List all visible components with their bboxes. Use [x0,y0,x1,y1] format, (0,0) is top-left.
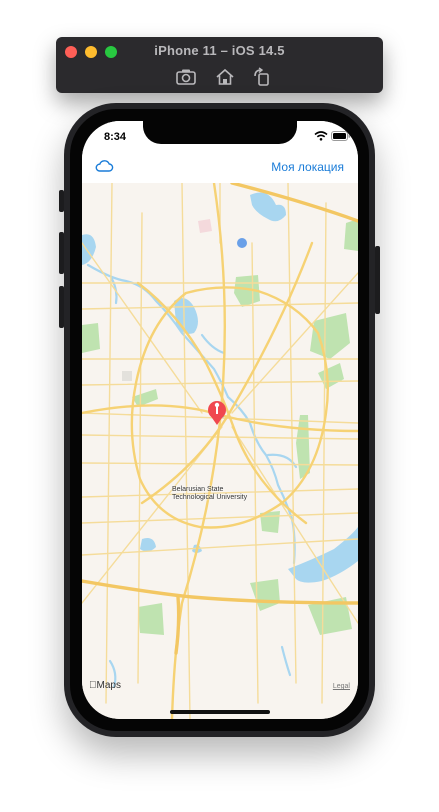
park [82,323,100,353]
volume-up-button [59,232,64,274]
simulator-title: iPhone 11 – iOS 14.5 [154,43,285,58]
volume-down-button [59,286,64,328]
screenshot-icon[interactable] [175,67,197,87]
navigation-bar: Моя локация [82,149,358,184]
maps-attribution: Maps [89,680,121,691]
apple-logo-icon:  [89,680,97,691]
battery-icon [331,131,350,141]
home-icon[interactable] [214,67,236,87]
pin-label-line2: Technological University [172,494,248,501]
maps-attribution-text: Maps [89,680,121,691]
hospital-area [198,219,212,233]
phone-screen: 8:34 Моя локация Belarusian State Techno… [82,121,358,719]
my-location-button[interactable]: Моя локация [271,160,344,174]
building-block [122,371,132,381]
simulator-titlebar: iPhone 11 – iOS 14.5 [56,37,383,93]
cloud-icon[interactable] [94,158,114,174]
notch [143,121,297,144]
pin-label-line1: Belarusian State [172,486,224,493]
map-view[interactable]: Belarusian State Technological Universit… [82,181,358,719]
status-time: 8:34 [104,131,127,143]
rotate-icon[interactable] [251,67,273,87]
home-indicator [170,710,270,714]
park [138,603,164,635]
park [344,219,358,251]
map-poi [237,238,247,248]
pin-label: Belarusian State Technological Universit… [172,486,247,502]
map-canvas [82,181,358,719]
legal-link[interactable]: Legal [333,683,350,690]
power-button [375,246,380,314]
wifi-icon [314,131,328,141]
mute-switch [59,190,64,212]
